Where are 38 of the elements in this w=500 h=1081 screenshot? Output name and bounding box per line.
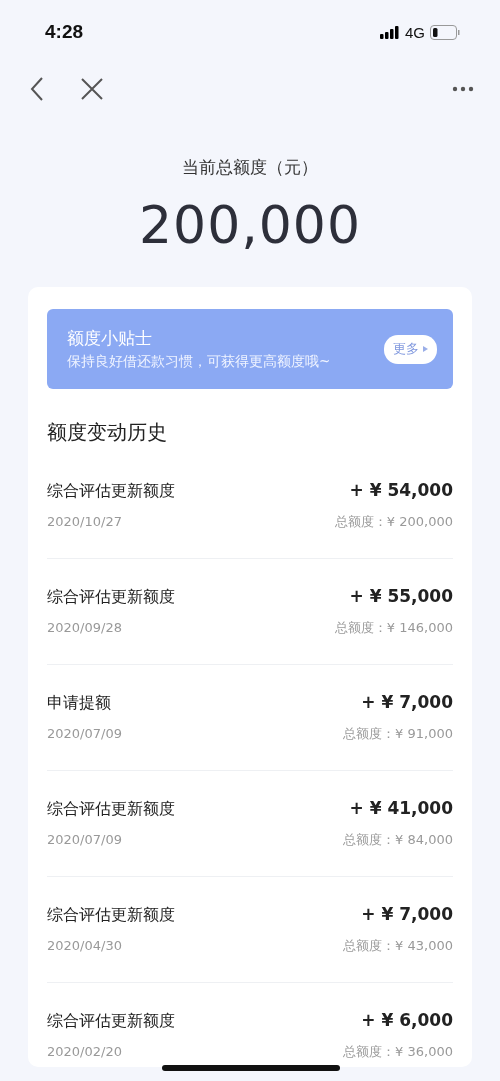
change-date: 2020/07/09 xyxy=(47,726,122,741)
change-date: 2020/10/27 xyxy=(47,514,122,529)
tip-title: 额度小贴士 xyxy=(67,327,153,350)
change-reason: 综合评估更新额度 xyxy=(47,481,175,502)
triangle-icon xyxy=(423,346,428,352)
total-limit: 总额度：¥ 43,000 xyxy=(343,937,453,955)
signal-icon xyxy=(380,25,400,39)
total-limit: 总额度：¥ 36,000 xyxy=(343,1043,453,1061)
change-date: 2020/02/20 xyxy=(47,1044,122,1059)
history-title: 额度变动历史 xyxy=(47,419,168,446)
change-amount: + ¥ 6,000 xyxy=(361,1010,453,1030)
limit-label: 当前总额度（元） xyxy=(181,156,319,179)
more-button[interactable]: 更多 xyxy=(384,334,437,364)
status-time: 4:28 xyxy=(45,21,84,43)
change-reason: 综合评估更新额度 xyxy=(47,1011,175,1032)
total-limit: 总额度：¥ 146,000 xyxy=(334,619,453,637)
change-amount: + ¥ 55,000 xyxy=(349,586,453,606)
limit-amount: 200,000 xyxy=(137,195,362,255)
total-limit: 总额度：¥ 84,000 xyxy=(343,831,453,849)
change-reason: 综合评估更新额度 xyxy=(47,905,175,926)
network-label: 4G xyxy=(405,23,425,41)
change-date: 2020/07/09 xyxy=(47,832,122,847)
change-reason: 综合评估更新额度 xyxy=(47,799,175,820)
tip-text: 保持良好借还款习惯，可获得更高额度哦~ xyxy=(67,353,332,371)
change-amount: + ¥ 41,000 xyxy=(349,798,453,818)
change-reason: 申请提额 xyxy=(47,693,111,714)
battery-icon xyxy=(430,24,460,40)
back-icon[interactable] xyxy=(30,77,44,101)
change-amount: + ¥ 7,000 xyxy=(361,692,453,712)
change-date: 2020/04/30 xyxy=(47,938,122,953)
change-amount: + ¥ 7,000 xyxy=(361,904,453,924)
change-date: 2020/09/28 xyxy=(47,620,122,635)
change-amount: + ¥ 54,000 xyxy=(349,480,453,500)
change-reason: 综合评估更新额度 xyxy=(47,587,175,608)
total-limit: 总额度：¥ 200,000 xyxy=(334,513,453,531)
total-limit: 总额度：¥ 91,000 xyxy=(343,725,453,743)
more-icon[interactable] xyxy=(452,86,474,92)
close-icon[interactable] xyxy=(81,78,103,100)
